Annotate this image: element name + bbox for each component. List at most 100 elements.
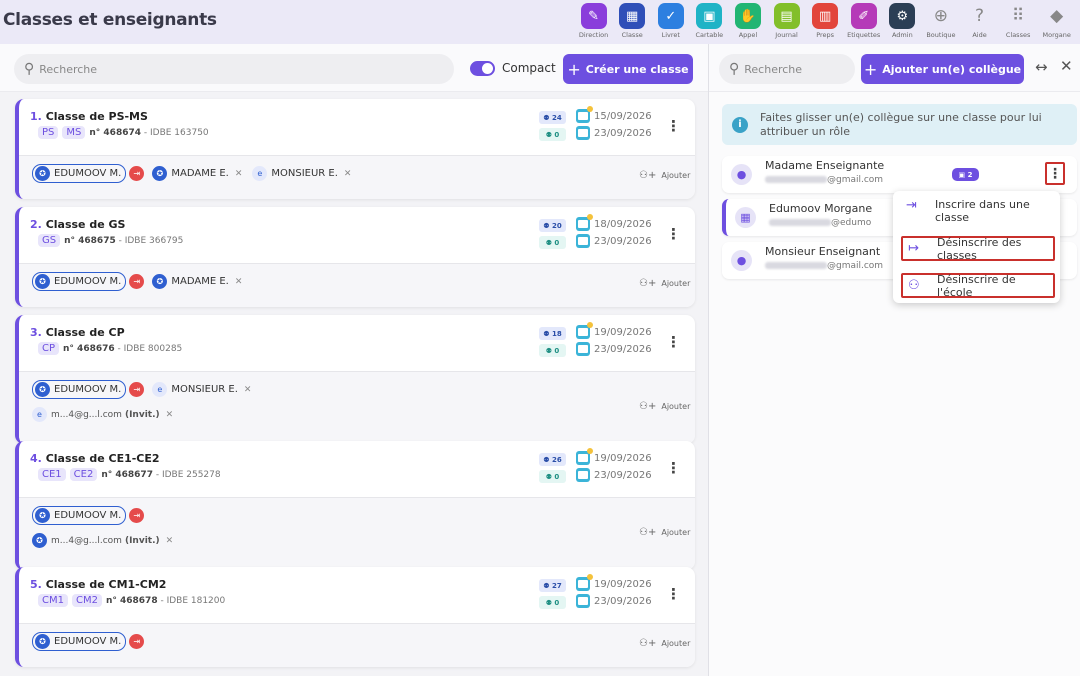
more-options-icon[interactable]: ⋮ [666,585,681,603]
remove-icon[interactable]: ✕ [166,536,174,546]
app-boutique[interactable]: ⊕ Boutique [922,3,961,39]
teacher-chip[interactable]: ✪ EDUMOOV M. [32,164,127,183]
remove-icon[interactable]: ✕ [166,410,174,420]
expand-icon[interactable]: ↔ [1035,58,1048,76]
app-preps[interactable]: ▥ Preps [806,3,845,39]
add-teacher-button[interactable]: ⚇+ Ajouter [639,638,690,649]
class-card[interactable]: 5. Classe de CM1-CM2 CM1 CM2 n° 468678 - I… [15,567,695,667]
star-icon: ✪ [35,166,50,181]
more-options-icon[interactable]: ⋮ [666,225,681,243]
plus-icon: + [863,59,878,79]
pupil-secondary-badge: ⚉ 0 [539,596,566,609]
class-card-teachers: ✪ EDUMOOV M. ⇥ ⚇+ Ajouter [19,624,695,667]
pupil-count-badge: ⚉ 24 [539,111,566,124]
app-classe[interactable]: ▦ Classe [613,3,652,39]
menu-item-unenroll-school[interactable]: ⚇ Désinscrire de l'école [901,273,1055,299]
class-card[interactable]: 4. Classe de CE1-CE2 CE1 CE2 n° 468677 - I… [15,441,695,570]
info-box: i Faites glisser un(e) collègue sur une … [722,104,1077,145]
edumoov-icon: e [152,382,168,397]
class-card[interactable]: 3. Classe de CP CP n° 468676 - IDBE 80028… [15,315,695,444]
level-chip: PS [38,126,59,139]
more-options-icon[interactable]: ⋮ [666,459,681,477]
logout-icon[interactable]: ⇥ [129,508,145,523]
calendar-icon [576,342,590,356]
app-admin[interactable]: ⚙ Admin [883,3,922,39]
create-class-label: Créer une classe [585,62,689,76]
app-classes[interactable]: ⠿ Classes [999,3,1038,39]
update-date: 23/09/2026 [576,234,652,248]
add-colleague-button[interactable]: + Ajouter un(e) collègue [861,54,1024,84]
star-icon: ✪ [152,274,168,289]
class-card-teachers: ✪ EDUMOOV M. ⇥ ✪ MADAME E. ✕ e MONSIEUR E. ✕ ⚇+ A… [19,156,695,199]
calendar-icon [576,126,590,140]
menu-item-enroll-class[interactable]: ⇥ Inscrire dans une classe [901,195,1055,227]
calendar-icon [576,234,590,248]
app-appel[interactable]: ✋ Appel [729,3,768,39]
more-options-icon[interactable]: ⋮ [1045,162,1065,185]
class-meta: CE1 CE2 n° 468677 - IDBE 255278 [38,468,221,481]
colleague-card[interactable]: ● Madame Enseignante @gmail.com ▣ 2 ⋮ [722,156,1077,193]
plus-icon: + [567,59,581,79]
class-search-input[interactable]: ⚲ Recherche [14,54,454,84]
close-icon[interactable]: ✕ [1060,57,1073,75]
calendar-icon [576,574,593,591]
add-teacher-button[interactable]: ⚇+ Ajouter [639,278,690,289]
calendar-icon [576,106,593,123]
logout-icon[interactable]: ⇥ [129,634,145,649]
class-card-header: 2. Classe de GS GS n° 468675 - IDBE 36679… [19,207,695,264]
app-cartable[interactable]: ▣ Cartable [690,3,729,39]
remove-user-icon: ⚇ [908,278,920,293]
class-card-header: 5. Classe de CM1-CM2 CM1 CM2 n° 468678 - I… [19,567,695,624]
colleague-email: @edumo [769,218,871,228]
search-icon: ⚲ [24,61,35,77]
pupil-count-badge: ⚉ 26 [539,453,566,466]
user-icon: ● [731,164,752,185]
remove-icon[interactable]: ✕ [235,169,243,179]
app-etiquettes[interactable]: ✐ Etiquettes [844,3,883,39]
compact-toggle[interactable] [470,61,495,76]
cartable-icon: ▣ [696,3,723,29]
teacher-chip[interactable]: ✪ EDUMOOV M. [32,506,127,525]
class-card[interactable]: 2. Classe de GS GS n° 468675 - IDBE 36679… [15,207,695,307]
app-livret[interactable]: ✓ Livret [651,3,690,39]
app-label: Livret [661,31,680,39]
logout-icon[interactable]: ⇥ [129,274,145,289]
enroll-icon: ⇥ [906,198,917,213]
teacher-chip[interactable]: ✪ EDUMOOV M. [32,632,127,651]
star-icon: ✪ [35,508,50,523]
livret-icon: ✓ [657,3,684,29]
add-teacher-button[interactable]: ⚇+ Ajouter [639,170,690,181]
teacher-row: ✪ EDUMOOV M. ⇥ ✪ MADAME E. ✕ e MONSIEUR E. ✕ [32,164,361,183]
info-text: Faites glisser un(e) collègue sur une cl… [760,110,1042,138]
colleague-search-input[interactable]: ⚲ Recherche [719,54,855,84]
app-label: Classe [621,31,643,39]
edumoov-icon: e [32,407,47,422]
invite-row: e m...4@g...l.com (Invit.) ✕ [32,407,183,422]
teacher-name: MADAME E. [171,276,229,287]
star-icon: ✪ [35,634,50,649]
more-options-icon[interactable]: ⋮ [666,333,681,351]
colleague-name: Edumoov Morgane [769,202,873,215]
menu-item-unenroll-classes[interactable]: ↦ Désinscrire des classes [901,236,1055,262]
logout-icon[interactable]: ⇥ [129,166,145,181]
teacher-chip[interactable]: ✪ EDUMOOV M. [32,380,127,399]
more-options-icon[interactable]: ⋮ [666,117,681,135]
class-card[interactable]: 1. Classe de PS-MS PS MS n° 468674 - IDBE … [15,99,695,199]
remove-icon[interactable]: ✕ [344,169,352,179]
class-card-header: 3. Classe de CP CP n° 468676 - IDBE 80028… [19,315,695,372]
compact-label: Compact [502,61,556,75]
add-teacher-button[interactable]: ⚇+ Ajouter [639,401,690,412]
class-meta: GS n° 468675 - IDBE 366795 [38,234,183,247]
remove-icon[interactable]: ✕ [244,385,252,395]
app-direction[interactable]: ✎ Direction [574,3,613,39]
school-icon: ▦ [735,207,756,228]
app-morgane[interactable]: ◆ Morgane [1037,3,1076,39]
app-aide[interactable]: ? Aide [960,3,999,39]
teacher-chip[interactable]: ✪ EDUMOOV M. [32,272,127,291]
create-class-button[interactable]: + Créer une classe [563,54,693,84]
logout-icon[interactable]: ⇥ [129,382,145,397]
invite-row: ✪ m...4@g...l.com (Invit.) ✕ [32,533,183,548]
app-journal[interactable]: ▤ Journal [767,3,806,39]
add-teacher-button[interactable]: ⚇+ Ajouter [639,527,690,538]
remove-icon[interactable]: ✕ [235,277,243,287]
